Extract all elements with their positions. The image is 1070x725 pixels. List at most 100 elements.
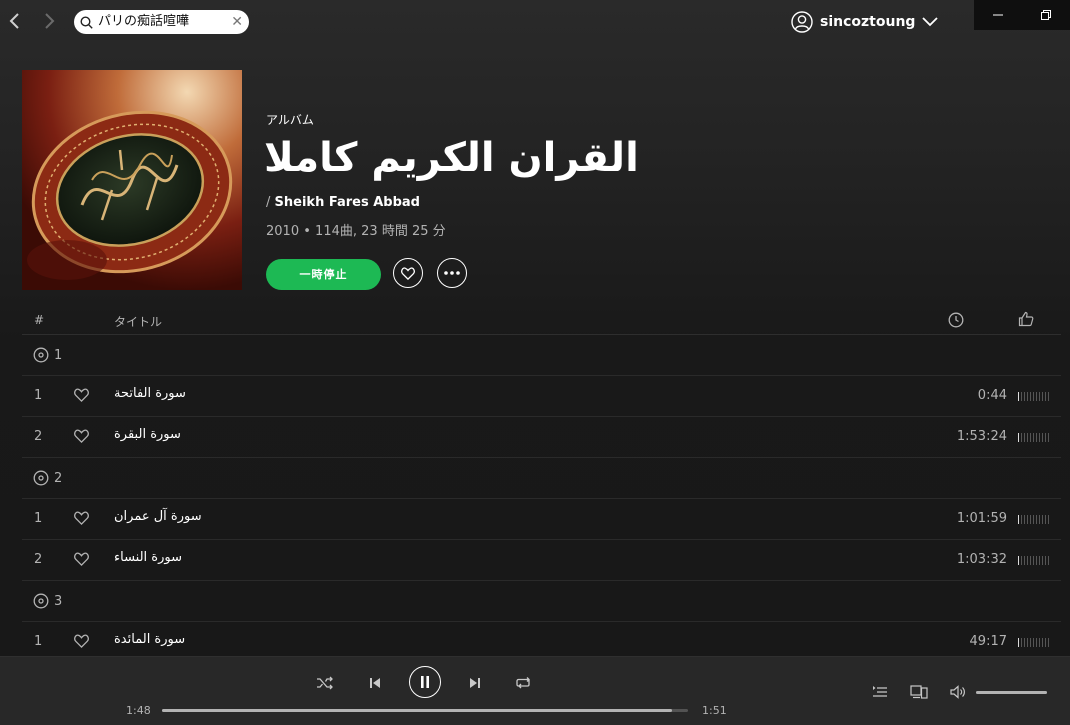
album-title: القران الكريم كاملا (264, 135, 639, 181)
quran-cover-art (22, 70, 242, 290)
album-total-duration: 23 時間 25 分 (361, 224, 446, 239)
search-value[interactable]: パリの痴話喧嘩 (98, 10, 189, 34)
repeat-button[interactable] (513, 672, 535, 694)
track-duration: 0:44 (977, 388, 1007, 403)
queue-icon (873, 686, 887, 697)
main-view: パリの痴話喧嘩 ✕ sincoztoung アルバム القران الكريم… (0, 0, 1070, 656)
repeat-icon (516, 677, 530, 689)
progress-fill (162, 709, 673, 712)
pause-button[interactable]: 一時停止 (266, 259, 381, 290)
account-menu-button[interactable] (920, 13, 940, 35)
pause-icon (421, 676, 429, 688)
more-options-button[interactable] (437, 258, 467, 288)
disc-icon (33, 347, 49, 363)
volume-button[interactable] (948, 683, 970, 701)
total-time: 1:51 (702, 704, 727, 717)
track-number: 1 (34, 388, 43, 403)
track-row[interactable]: 2 سورة النساء 1:03:32 (22, 540, 1061, 581)
track-duration: 49:17 (969, 634, 1007, 649)
close-icon[interactable]: ✕ (231, 10, 243, 34)
disc-number: 1 (54, 347, 63, 363)
minimize-button[interactable] (974, 0, 1022, 30)
restore-icon (1041, 10, 1051, 20)
chevron-left-icon (9, 13, 19, 29)
album-cover (22, 70, 242, 290)
popularity-bar (1018, 556, 1050, 565)
artist-prefix: / (266, 195, 271, 210)
meta-bullet: • (303, 224, 311, 239)
user-icon (791, 11, 813, 33)
album-year: 2010 (266, 224, 300, 239)
heart-icon[interactable] (74, 552, 89, 566)
track-row[interactable]: 2 سورة البقرة 1:53:24 (22, 417, 1061, 458)
track-title[interactable]: سورة البقرة (114, 427, 181, 442)
shuffle-button[interactable] (314, 672, 336, 694)
user-menu[interactable]: sincoztoung (791, 11, 915, 33)
queue-button[interactable] (870, 683, 890, 701)
disc-number: 3 (54, 593, 63, 609)
clock-icon (948, 312, 964, 328)
track-number: 1 (34, 511, 43, 526)
shuffle-icon (317, 676, 333, 690)
next-button[interactable] (464, 672, 486, 694)
track-row[interactable]: 1 سورة المائدة 49:17 (22, 622, 1061, 656)
tracklist-header: # タイトル (22, 306, 1061, 335)
restore-button[interactable] (1022, 0, 1070, 30)
search-icon (80, 16, 93, 29)
next-icon (470, 678, 480, 688)
disc-header: 1 (22, 335, 1061, 376)
track-duration: 1:01:59 (956, 511, 1007, 526)
track-title[interactable]: سورة الفاتحة (114, 386, 186, 401)
track-row[interactable]: 1 سورة الفاتحة 0:44 (22, 376, 1061, 417)
volume-slider[interactable] (976, 691, 1047, 694)
play-pause-button[interactable] (409, 666, 441, 698)
chevron-right-icon (45, 13, 55, 29)
popularity-bar (1018, 433, 1050, 442)
chevron-down-icon (922, 17, 938, 27)
track-row[interactable]: 1 سورة آل عمران 1:01:59 (22, 499, 1061, 540)
more-icon (444, 271, 460, 275)
artist-link[interactable]: Sheikh Fares Abbad (275, 195, 420, 210)
meta-comma: , (352, 224, 358, 239)
track-number: 2 (34, 429, 43, 444)
number-column-header: # (34, 313, 45, 327)
popularity-column-header[interactable] (1018, 311, 1034, 330)
track-number: 2 (34, 552, 43, 567)
back-button[interactable] (4, 10, 26, 32)
artist-line: / Sheikh Fares Abbad (266, 195, 420, 210)
previous-icon (370, 678, 380, 688)
popularity-bar (1018, 638, 1050, 647)
heart-icon[interactable] (74, 634, 89, 648)
disc-icon (33, 470, 49, 486)
album-type-label: アルバム (266, 113, 314, 127)
forward-button[interactable] (38, 10, 60, 32)
popularity-bar (1018, 515, 1050, 524)
elapsed-time: 1:48 (126, 704, 151, 717)
minimize-icon (993, 14, 1003, 16)
volume-fill (976, 691, 1047, 694)
volume-icon (950, 685, 965, 699)
heart-icon[interactable] (74, 388, 89, 402)
title-column-header[interactable]: タイトル (114, 313, 162, 330)
devices-button[interactable] (908, 683, 930, 701)
progress-bar[interactable] (162, 709, 688, 712)
track-title[interactable]: سورة آل عمران (114, 509, 202, 524)
duration-column-header[interactable] (948, 312, 964, 331)
heart-icon (401, 266, 415, 280)
track-duration: 1:03:32 (956, 552, 1007, 567)
track-duration: 1:53:24 (956, 429, 1007, 444)
track-title[interactable]: سورة النساء (114, 550, 182, 565)
heart-icon[interactable] (74, 429, 89, 443)
previous-button[interactable] (364, 672, 386, 694)
search-input[interactable]: パリの痴話喧嘩 ✕ (74, 10, 249, 34)
popularity-bar (1018, 392, 1050, 401)
disc-header: 2 (22, 458, 1061, 499)
thumb-up-icon (1018, 311, 1034, 327)
track-number: 1 (34, 634, 43, 649)
devices-icon (910, 685, 928, 699)
heart-icon[interactable] (74, 511, 89, 525)
track-title[interactable]: سورة المائدة (114, 632, 185, 647)
like-album-button[interactable] (393, 258, 423, 288)
player-bar: 1:48 1:51 (0, 656, 1070, 725)
username[interactable]: sincoztoung (820, 14, 915, 30)
